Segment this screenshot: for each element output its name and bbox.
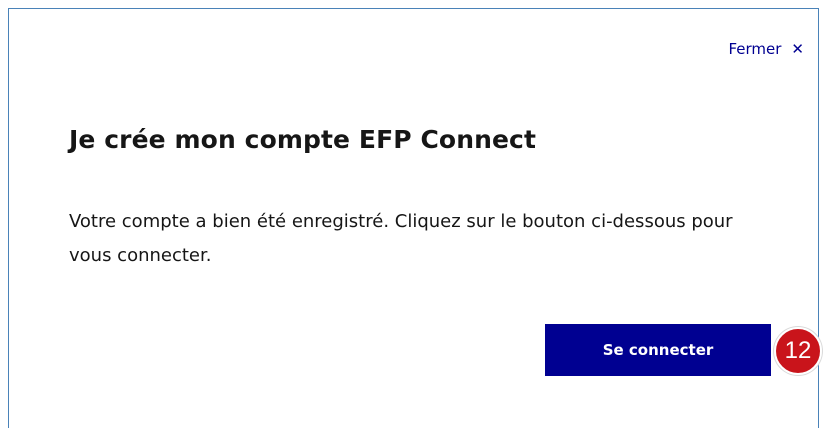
close-icon: ✕ bbox=[791, 40, 804, 58]
connect-button[interactable]: Se connecter bbox=[545, 324, 771, 376]
step-number-badge: 12 bbox=[774, 327, 822, 375]
close-button[interactable]: Fermer ✕ bbox=[728, 40, 804, 58]
account-created-dialog: Fermer ✕ Je crée mon compte EFP Connect … bbox=[8, 8, 819, 428]
close-button-label: Fermer bbox=[728, 40, 782, 58]
dialog-title: Je crée mon compte EFP Connect bbox=[69, 125, 537, 154]
confirmation-message: Votre compte a bien été enregistré. Cliq… bbox=[69, 211, 733, 266]
